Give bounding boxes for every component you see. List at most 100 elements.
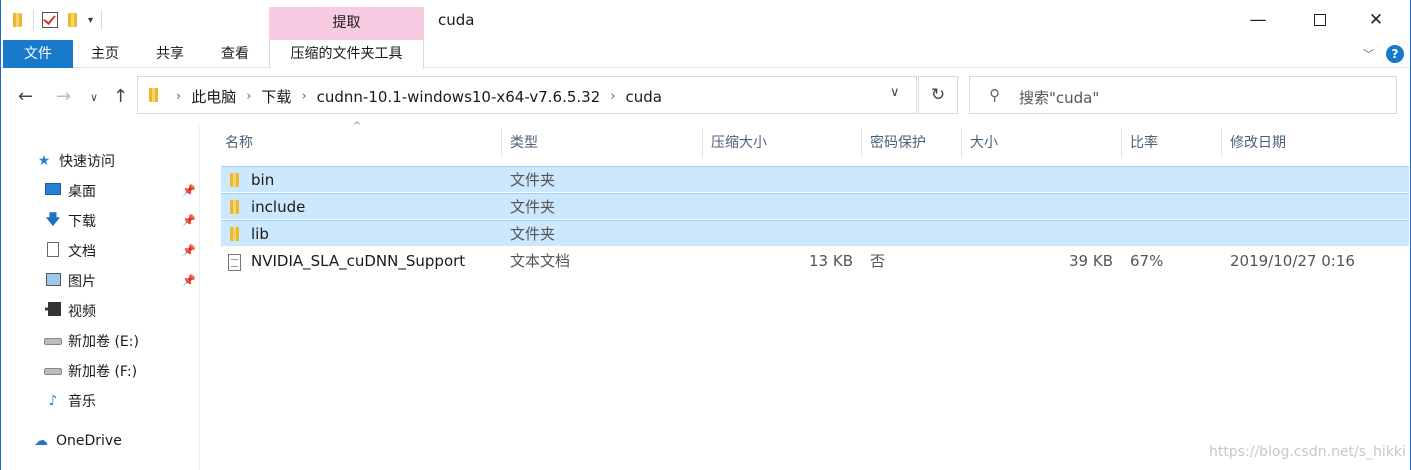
breadcrumb-archive[interactable]: cudnn-10.1-windows10-x64-v7.6.5.32 xyxy=(317,88,601,106)
music-icon: ♪ xyxy=(48,393,58,409)
help-icon[interactable]: ? xyxy=(1386,45,1404,63)
file-type: 文本文档 xyxy=(510,252,571,270)
sidebar-item-label: OneDrive xyxy=(56,433,122,449)
tab-file[interactable]: 文件 xyxy=(3,40,73,68)
file-ratio: 67% xyxy=(1130,252,1164,270)
column-header-ratio[interactable]: 比率 xyxy=(1122,128,1222,158)
sidebar-item-label: 音乐 xyxy=(68,394,96,410)
breadcrumb: › 此电脑 › 下载 › cudnn-10.1-windows10-x64-v7… xyxy=(166,86,662,107)
watermark: https://blog.csdn.net/s_hikki xyxy=(1209,444,1406,460)
cloud-icon: ☁ xyxy=(34,433,48,449)
column-header-type[interactable]: 类型 xyxy=(502,128,703,158)
folder-icon xyxy=(147,87,161,103)
document-icon-wrap xyxy=(44,241,62,261)
title-bar: ▾ 提取 cuda — ✕ xyxy=(1,0,1410,40)
sidebar-item-label: 下载 xyxy=(68,214,96,230)
sidebar-item-drive-f[interactable]: 新加卷 (F:) xyxy=(44,358,137,384)
desktop-icon-wrap xyxy=(44,183,62,199)
folder-icon xyxy=(228,172,242,188)
divider xyxy=(33,10,34,30)
sidebar-item-label: 新加卷 (F:) xyxy=(68,364,138,380)
maximize-button[interactable] xyxy=(1297,6,1343,34)
tab-compressed-folder-tools[interactable]: 压缩的文件夹工具 xyxy=(269,40,424,69)
close-icon: ✕ xyxy=(1368,10,1384,30)
sidebar-item-label: 文档 xyxy=(68,244,96,260)
drive-icon-wrap xyxy=(44,363,62,379)
breadcrumb-downloads[interactable]: 下载 xyxy=(261,86,291,107)
up-button[interactable]: ↑ xyxy=(113,86,128,107)
sidebar-item-videos[interactable]: 视频 xyxy=(44,298,96,324)
file-type: 文件夹 xyxy=(510,171,556,189)
properties-icon[interactable] xyxy=(42,12,58,28)
tab-home[interactable]: 主页 xyxy=(76,40,134,68)
tab-share[interactable]: 共享 xyxy=(141,40,199,68)
sidebar-item-desktop[interactable]: 桌面 xyxy=(44,178,96,204)
chevron-right-icon[interactable]: › xyxy=(246,89,251,104)
file-row-nvidia-sla[interactable]: NVIDIA_SLA_cuDNN_Support 文本文档 13 KB 否 39… xyxy=(221,248,1409,274)
ribbon-tabs: 文件 主页 共享 查看 压缩的文件夹工具 ﹀ ? xyxy=(1,40,1410,69)
refresh-icon: ↻ xyxy=(930,85,946,105)
refresh-button[interactable]: ↻ xyxy=(918,76,958,114)
pictures-icon xyxy=(45,272,61,286)
sidebar-item-label: 新加卷 (E:) xyxy=(68,334,139,350)
sidebar-item-onedrive[interactable]: ☁ OneDrive xyxy=(32,428,122,454)
sidebar-item-pictures[interactable]: 图片 xyxy=(44,268,96,294)
pin-icon[interactable]: 📌 xyxy=(182,274,196,287)
chevron-right-icon[interactable]: › xyxy=(301,89,306,104)
star-icon: ★ xyxy=(37,153,51,169)
sidebar-item-label: 快速访问 xyxy=(59,154,115,170)
column-header-name[interactable]: 名称 xyxy=(217,128,502,158)
quick-access-toolbar: ▾ xyxy=(11,10,103,30)
search-icon: ⚲ xyxy=(989,86,1000,104)
search-placeholder: 搜索"cuda" xyxy=(1019,89,1100,107)
pin-icon[interactable]: 📌 xyxy=(182,184,196,197)
file-type: 文件夹 xyxy=(510,225,556,243)
file-row-bin[interactable]: bin 文件夹 xyxy=(221,166,1409,192)
video-icon-wrap xyxy=(44,302,62,320)
minimize-button[interactable]: — xyxy=(1235,6,1281,34)
sidebar-item-documents[interactable]: 文档 xyxy=(44,238,96,264)
back-button[interactable]: ← xyxy=(18,86,33,107)
breadcrumb-cuda[interactable]: cuda xyxy=(625,88,661,106)
file-row-include[interactable]: include 文件夹 xyxy=(221,193,1409,219)
contextual-tab-header: 提取 xyxy=(269,7,424,40)
address-dropdown-icon[interactable]: ∨ xyxy=(890,85,900,100)
drive-icon xyxy=(44,368,62,375)
pictures-icon-wrap xyxy=(44,272,62,290)
column-header-date[interactable]: 修改日期 xyxy=(1222,128,1409,158)
customize-toolbar-dropdown[interactable]: ▾ xyxy=(88,15,93,26)
file-name: NVIDIA_SLA_cuDNN_Support xyxy=(251,252,466,270)
pin-icon[interactable]: 📌 xyxy=(182,244,196,257)
file-row-lib[interactable]: lib 文件夹 xyxy=(221,220,1409,246)
sidebar-item-downloads[interactable]: 🡇 下载 xyxy=(44,208,96,234)
download-icon: 🡇 xyxy=(45,212,61,228)
explorer-window: ▾ 提取 cuda — ✕ 文件 主页 共享 查看 压缩的文件夹工具 ﹀ ? ←… xyxy=(0,0,1411,470)
document-icon xyxy=(47,241,59,257)
tab-view[interactable]: 查看 xyxy=(206,40,264,68)
chevron-right-icon[interactable]: › xyxy=(610,89,615,104)
chevron-right-icon[interactable]: › xyxy=(176,89,181,104)
folder-icon xyxy=(11,12,25,28)
expand-ribbon-icon[interactable]: ﹀ xyxy=(1363,46,1374,62)
file-name: include xyxy=(251,198,306,216)
recent-locations-button[interactable]: ∨ xyxy=(90,91,98,104)
breadcrumb-this-pc[interactable]: 此电脑 xyxy=(191,86,236,107)
folder-icon xyxy=(228,199,242,215)
forward-button[interactable]: → xyxy=(56,86,71,107)
window-title: cuda xyxy=(438,11,475,29)
sidebar-item-quick-access[interactable]: ★ 快速访问 xyxy=(35,148,115,174)
column-header-password[interactable]: 密码保护 xyxy=(862,128,962,158)
drive-icon xyxy=(44,338,62,345)
sidebar-item-music[interactable]: ♪ 音乐 xyxy=(44,388,96,414)
divider xyxy=(101,10,103,30)
desktop-icon xyxy=(45,183,61,195)
sidebar-item-drive-e[interactable]: 新加卷 (E:) xyxy=(44,328,139,354)
file-password-protected: 否 xyxy=(870,252,886,270)
pin-icon[interactable]: 📌 xyxy=(182,214,196,227)
file-date: 2019/10/27 0:16 xyxy=(1230,252,1355,270)
sidebar-item-label: 图片 xyxy=(68,274,96,290)
column-header-compressed-size[interactable]: 压缩大小 xyxy=(703,128,862,158)
close-button[interactable]: ✕ xyxy=(1353,6,1399,34)
column-header-size[interactable]: 大小 xyxy=(962,128,1122,158)
new-folder-icon[interactable] xyxy=(66,12,80,28)
